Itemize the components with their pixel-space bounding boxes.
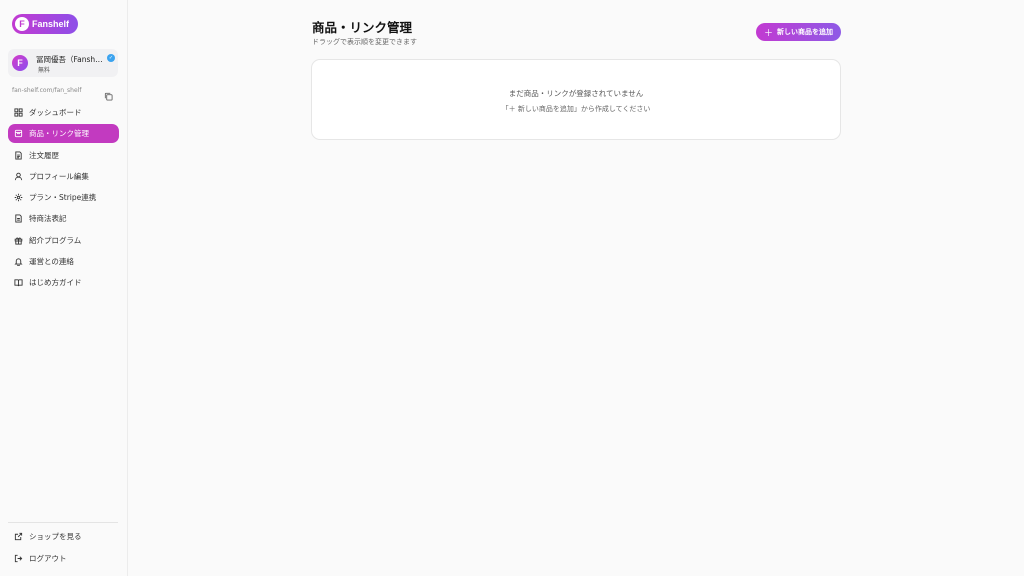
check-badge-icon: ✓	[107, 54, 115, 62]
box-icon	[14, 130, 23, 138]
add-product-label: 新しい商品を追加	[777, 29, 833, 36]
nav-item-dashboard[interactable]: ダッシュボード	[8, 103, 119, 122]
nav-label: ショップを見る	[29, 532, 82, 541]
page-subtitle: ドラッグで表示順を変更できます	[312, 38, 417, 46]
nav-item-orders[interactable]: 注文履歴	[8, 146, 119, 165]
sidebar-divider	[8, 522, 118, 523]
gift-icon	[14, 237, 23, 245]
nav-item-guide[interactable]: はじめ方ガイド	[8, 273, 119, 292]
nav-label: はじめ方ガイド	[29, 278, 82, 288]
logout-icon	[14, 554, 23, 563]
nav-label: プロフィール編集	[29, 171, 89, 181]
nav-label: 商品・リンク管理	[29, 129, 89, 139]
user-icon	[14, 172, 23, 181]
nav-label: 注文履歴	[29, 150, 59, 160]
brand-name: Fanshelf	[32, 19, 70, 29]
empty-state-title: まだ商品・リンクが登録されていません	[508, 89, 644, 98]
document-icon	[15, 214, 22, 224]
nav-item-legal[interactable]: 特商法表記	[8, 209, 119, 228]
nav-item-plan-stripe[interactable]: プラン・Stripe連携	[8, 188, 119, 207]
add-product-button[interactable]: ＋ 新しい商品を追加	[756, 23, 841, 41]
nav-label: 運営との連絡	[29, 257, 74, 267]
plus-icon: ＋	[763, 27, 773, 38]
copy-icon[interactable]	[104, 86, 113, 101]
plan-badge: 無料	[38, 67, 51, 74]
nav-label: プラン・Stripe連携	[29, 193, 97, 203]
page-title: 商品・リンク管理	[312, 20, 413, 35]
nav-item-view-shop[interactable]: ショップを見る	[8, 527, 119, 546]
nav-item-logout[interactable]: ログアウト	[8, 549, 119, 568]
nav-item-contact[interactable]: 運営との連絡	[8, 252, 119, 271]
nav-label: 紹介プログラム	[29, 235, 82, 245]
nav-item-referral[interactable]: 紹介プログラム	[8, 231, 119, 250]
bell-icon	[14, 258, 23, 267]
nav-label: ダッシュボード	[29, 108, 82, 117]
brand-logo[interactable]: F Fanshelf	[12, 14, 78, 34]
external-link-icon	[14, 532, 23, 541]
profile-card[interactable]: F 冨岡優吾（Fanshelf） ✓ 無料	[8, 49, 118, 77]
shop-url: fan-shelf.com/fan_shelf	[12, 87, 82, 94]
main-nav: ダッシュボード 商品・リンク管理 注文履歴 プロフィール編集 プラン・Strip…	[8, 103, 119, 295]
profile-name: 冨岡優吾（Fanshelf）	[36, 55, 104, 64]
avatar: F	[12, 55, 28, 71]
nav-item-profile[interactable]: プロフィール編集	[8, 167, 119, 186]
book-icon	[14, 279, 23, 287]
nav-label: ログアウト	[29, 554, 67, 563]
logo-mark: F	[15, 17, 29, 31]
empty-state-hint: 「＋ 新しい商品を追加」から作成してください	[501, 105, 651, 113]
empty-state-card: まだ商品・リンクが登録されていません 「＋ 新しい商品を追加」から作成してくださ…	[311, 59, 841, 140]
receipt-icon	[15, 151, 22, 160]
nav-item-products[interactable]: 商品・リンク管理	[8, 124, 119, 144]
dashboard-icon	[14, 108, 23, 117]
gear-icon	[14, 193, 23, 202]
bottom-nav: ショップを見る ログアウト	[8, 527, 119, 571]
sidebar: F Fanshelf F 冨岡優吾（Fanshelf） ✓ 無料 fan-she…	[0, 0, 128, 576]
nav-label: 特商法表記	[29, 214, 67, 224]
